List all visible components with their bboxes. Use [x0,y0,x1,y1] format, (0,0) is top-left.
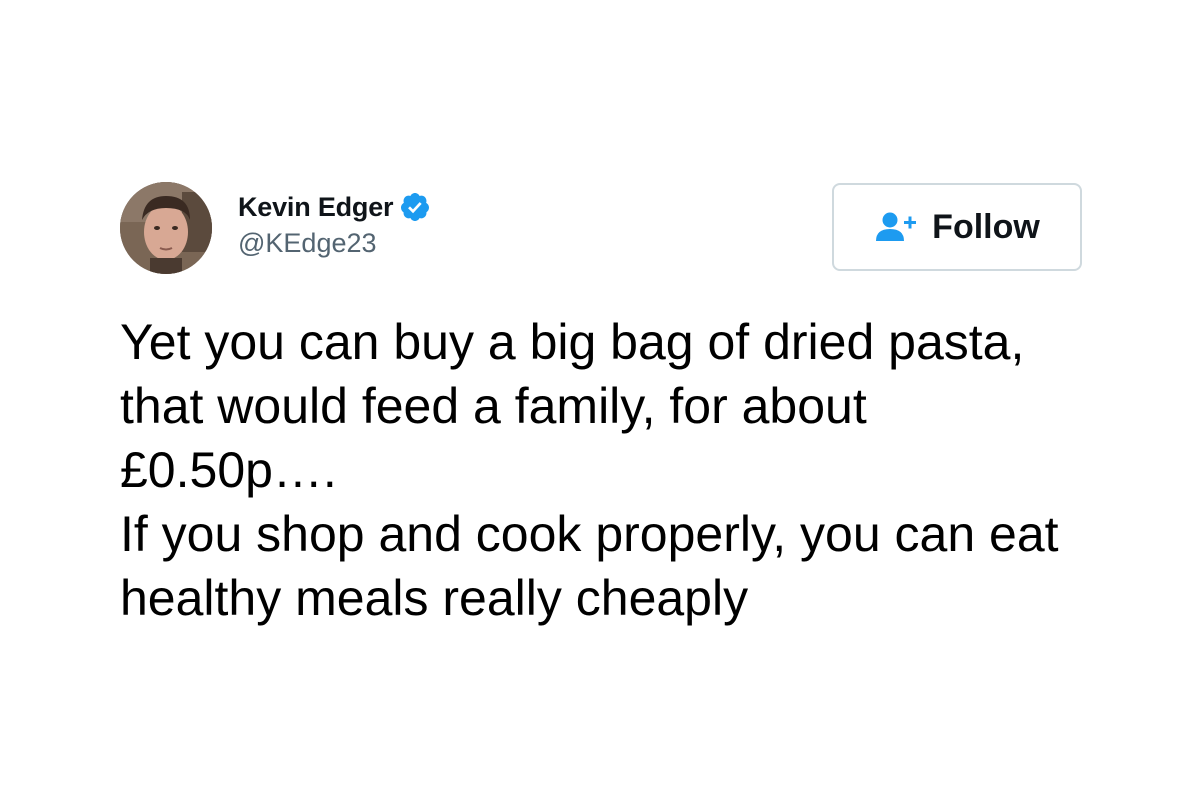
avatar-photo-icon [120,182,212,274]
author-names: Kevin Edger @KEdge23 [238,190,431,259]
follow-button-label: Follow [932,207,1040,246]
tweet-text: Yet you can buy a big bag of dried pasta… [120,310,1082,630]
tweet-header: Kevin Edger @KEdge23 Follow [120,180,1082,276]
follow-button[interactable]: Follow [832,183,1082,271]
display-name[interactable]: Kevin Edger [238,192,394,223]
tweet-paragraph: Yet you can buy a big bag of dried pasta… [120,314,1025,498]
verified-badge-icon [399,191,431,223]
avatar[interactable] [120,182,212,274]
author-handle[interactable]: @KEdge23 [238,228,431,259]
tweet-card: Kevin Edger @KEdge23 Follow Yet you can … [120,180,1082,630]
display-name-row: Kevin Edger [238,190,431,224]
add-user-icon [874,211,920,243]
tweet-paragraph: If you shop and cook properly, you can e… [120,506,1059,626]
